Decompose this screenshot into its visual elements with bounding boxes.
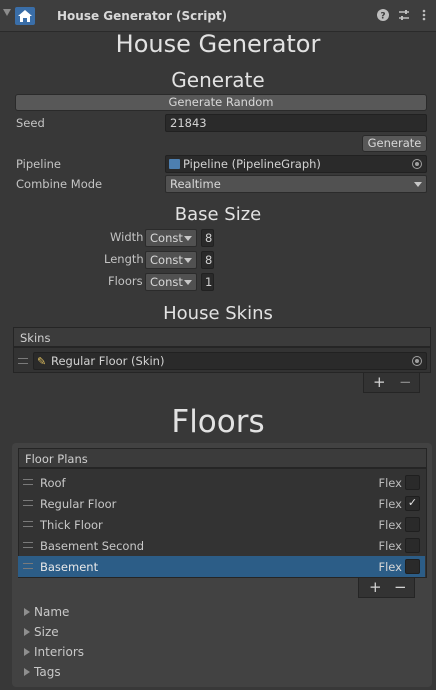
chevron-right-icon [24,608,30,616]
flex-label: Flex [378,560,403,574]
floors-label: Floors [108,274,143,288]
floor-plan-label: Regular Floor [40,497,117,511]
width-label: Width [110,230,144,244]
drag-handle-icon[interactable] [23,542,33,548]
flex-checkbox[interactable]: ✓ [405,496,420,511]
length-field[interactable]: 8 [201,251,214,269]
width-field[interactable]: 8 [201,229,214,247]
flex-checkbox[interactable] [405,538,420,553]
base-size-heading: Base Size [174,204,262,225]
seed-label: Seed [16,116,45,130]
chevron-right-icon [24,648,30,656]
house-skins-heading: House Skins [163,303,273,324]
chevron-down-icon [414,182,422,187]
combine-mode-label: Combine Mode [16,177,103,191]
add-skin-button[interactable]: + [373,373,386,391]
drag-handle-icon[interactable] [23,479,33,485]
object-picker-icon[interactable] [412,356,422,366]
list-item[interactable]: Roof Flex [18,472,425,493]
foldout-label: Tags [34,665,61,679]
length-mode-value: Const [150,253,183,267]
object-picker-icon[interactable] [412,159,422,169]
chevron-down-icon [184,280,192,285]
page-title: House Generator [115,30,321,58]
list-item[interactable]: Thick Floor Flex [18,514,425,535]
pipeline-value: Pipeline (PipelineGraph) [183,157,321,171]
floor-plan-label: Thick Floor [40,518,103,532]
floor-plan-label: Basement Second [40,539,145,553]
foldout-interiors[interactable]: Interiors [24,645,84,659]
list-item-selected[interactable]: Basement Flex [18,556,425,577]
flex-checkbox[interactable] [405,517,420,532]
chevron-right-icon [24,668,30,676]
flex-checkbox[interactable] [405,559,420,574]
house-icon [15,7,35,25]
floor-plan-label: Basement [40,560,99,574]
floors-heading: Floors [171,404,265,440]
combine-mode-dropdown[interactable]: Realtime [165,175,427,193]
floor-plans-add-remove-bar: + − [358,578,415,598]
chevron-down-icon [184,258,192,263]
pipeline-label: Pipeline [16,157,62,171]
collapse-toggle-icon[interactable] [3,9,11,16]
flex-label: Flex [378,539,403,553]
width-mode-value: Const [150,231,183,245]
skins-list-header: Skins [13,327,431,347]
list-item[interactable]: Regular Floor Flex ✓ [18,493,425,514]
floor-plan-label: Roof [40,476,66,490]
svg-text:?: ? [380,12,385,22]
drag-handle-icon[interactable] [23,563,33,569]
graph-asset-icon [169,159,180,169]
foldout-label: Size [34,625,59,639]
chevron-right-icon [24,628,30,636]
generate-heading: Generate [171,68,265,92]
add-floor-plan-button[interactable]: + [369,578,382,596]
floors-count-field[interactable]: 1 [201,273,214,291]
skin-object-field[interactable]: ✎ Regular Floor (Skin) [33,352,427,370]
combine-mode-value: Realtime [170,177,221,191]
drag-handle-icon[interactable] [23,500,33,506]
foldout-tags[interactable]: Tags [24,665,61,679]
foldout-size[interactable]: Size [24,625,59,639]
generate-button[interactable]: Generate [362,135,427,152]
floors-mode-value: Const [150,275,183,289]
pipeline-object-field[interactable]: Pipeline (PipelineGraph) [165,155,427,173]
flex-checkbox[interactable] [405,475,420,490]
remove-skin-button[interactable]: − [399,373,412,391]
skins-list: ✎ Regular Floor (Skin) [13,347,431,373]
drag-handle-icon[interactable] [23,521,33,527]
floors-mode-dropdown[interactable]: Const [145,273,197,291]
foldout-label: Name [34,605,70,619]
skins-add-remove-bar: + − [363,373,420,393]
help-icon[interactable]: ? [376,8,390,22]
remove-floor-plan-button[interactable]: − [394,578,407,596]
list-item[interactable]: Basement Second Flex [18,535,425,556]
skin-value: Regular Floor (Skin) [51,354,165,368]
flex-label: Flex [378,518,403,532]
flex-label: Flex [378,497,403,511]
width-mode-dropdown[interactable]: Const [145,229,197,247]
length-mode-dropdown[interactable]: Const [145,251,197,269]
seed-field[interactable]: 21843 [165,114,427,132]
length-label: Length [104,252,144,266]
foldout-name[interactable]: Name [24,605,69,619]
sliders-icon[interactable] [397,8,411,22]
component-title: House Generator (Script) [57,9,228,23]
floor-plans-list-header: Floor Plans [18,448,427,468]
flex-label: Flex [378,476,403,490]
drag-handle-icon[interactable] [18,358,28,364]
more-icon[interactable] [417,8,431,22]
pencil-icon: ✎ [37,355,47,368]
chevron-down-icon [184,236,192,241]
foldout-label: Interiors [34,645,85,659]
generate-random-button[interactable]: Generate Random [15,94,427,111]
